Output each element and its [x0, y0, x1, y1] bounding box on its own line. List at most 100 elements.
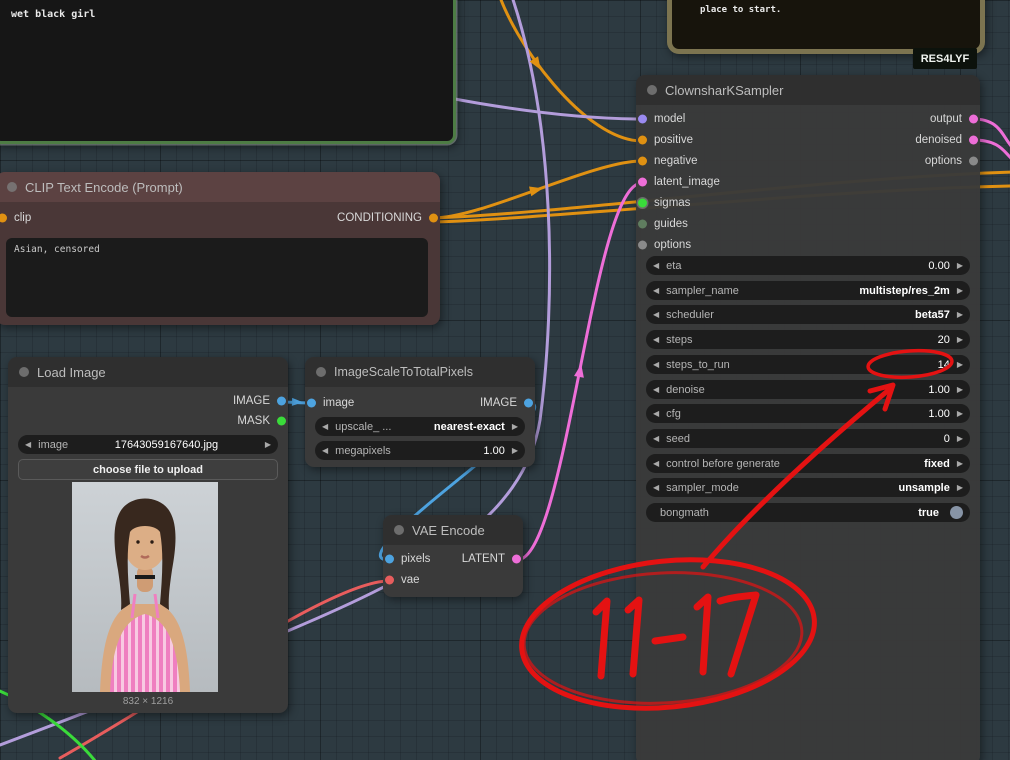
upload-button[interactable]: choose file to upload — [18, 459, 278, 480]
decrement-arrow-icon[interactable]: ◀ — [322, 422, 328, 431]
input-port-options[interactable]: options — [636, 235, 691, 255]
denoise-widget[interactable]: ◀ denoise 1.00 ▶ — [646, 380, 970, 399]
input-port-model[interactable]: model — [636, 109, 685, 129]
input-port-positive[interactable]: positive — [636, 130, 693, 150]
decrement-arrow-icon[interactable]: ◀ — [653, 385, 659, 394]
steps-widget[interactable]: ◀ steps 20 ▶ — [646, 330, 970, 349]
output-port-denoised[interactable]: denoised — [915, 130, 980, 150]
input-port-pixels[interactable]: pixels — [383, 549, 430, 569]
input-port-vae[interactable]: vae — [383, 570, 420, 590]
prompt-text[interactable]: wet black girl — [11, 9, 95, 20]
port-dot-icon[interactable] — [524, 398, 533, 408]
increment-arrow-icon[interactable]: ▶ — [957, 483, 963, 492]
input-port-negative[interactable]: negative — [636, 151, 697, 171]
decrement-arrow-icon[interactable]: ◀ — [653, 434, 659, 443]
port-dot-icon[interactable] — [638, 198, 647, 208]
port-dot-icon[interactable] — [385, 554, 394, 564]
port-dot-icon[interactable] — [277, 396, 286, 406]
increment-arrow-icon[interactable]: ▶ — [957, 261, 963, 270]
port-dot-icon[interactable] — [969, 156, 978, 166]
port-dot-icon[interactable] — [638, 240, 647, 250]
decrement-arrow-icon[interactable]: ◀ — [322, 446, 328, 455]
seed-widget[interactable]: ◀ seed 0 ▶ — [646, 429, 970, 448]
port-dot-icon[interactable] — [385, 575, 394, 585]
increment-arrow-icon[interactable]: ▶ — [957, 335, 963, 344]
node-clownshark-sampler[interactable]: ClownsharKSampler model positive negativ… — [636, 75, 980, 760]
port-dot-icon[interactable] — [969, 135, 978, 145]
port-dot-icon[interactable] — [638, 135, 647, 145]
decrement-arrow-icon[interactable]: ◀ — [653, 409, 659, 418]
port-dot-icon[interactable] — [277, 416, 286, 426]
collapse-dot-icon[interactable] — [7, 182, 17, 192]
prompt-textarea[interactable]: Asian, censored — [6, 238, 428, 317]
output-port-mask[interactable]: MASK — [237, 411, 288, 431]
upscale-method-combo[interactable]: ◀ upscale_ ... nearest-exact ▶ — [315, 417, 525, 436]
node-vae-encode[interactable]: VAE Encode pixels LATENT vae — [383, 515, 523, 597]
node-header[interactable]: ClownsharKSampler — [636, 75, 980, 105]
decrement-arrow-icon[interactable]: ◀ — [653, 459, 659, 468]
collapse-dot-icon[interactable] — [394, 525, 404, 535]
port-dot-icon[interactable] — [512, 554, 521, 564]
node-graph-canvas[interactable]: wet black girl place to start. RES4LYF C… — [0, 0, 1010, 760]
increment-arrow-icon[interactable]: ▶ — [265, 440, 271, 449]
increment-arrow-icon[interactable]: ▶ — [957, 409, 963, 418]
decrement-arrow-icon[interactable]: ◀ — [653, 286, 659, 295]
node-header[interactable]: ImageScaleToTotalPixels — [305, 357, 535, 387]
port-dot-icon[interactable] — [638, 219, 647, 229]
image-file-combo[interactable]: ◀ image 17643059167640.jpg ▶ — [18, 435, 278, 454]
input-port-clip[interactable]: clip — [0, 208, 31, 228]
decrement-arrow-icon[interactable]: ◀ — [653, 310, 659, 319]
control-before-generate-widget[interactable]: ◀ control before generate fixed ▶ — [646, 454, 970, 473]
port-dot-icon[interactable] — [638, 114, 647, 124]
input-port-image[interactable]: image — [305, 393, 354, 413]
decrement-arrow-icon[interactable]: ◀ — [653, 483, 659, 492]
input-port-latent-image[interactable]: latent_image — [636, 172, 720, 192]
increment-arrow-icon[interactable]: ▶ — [957, 434, 963, 443]
port-dot-icon[interactable] — [0, 213, 7, 223]
node-header[interactable]: Load Image — [8, 357, 288, 387]
output-port-output[interactable]: output — [930, 109, 980, 129]
collapse-dot-icon[interactable] — [647, 85, 657, 95]
toggle-knob-icon[interactable] — [950, 506, 963, 519]
node-note-cropped[interactable]: place to start. — [667, 0, 985, 54]
bongmath-toggle[interactable]: bongmath true — [646, 503, 970, 522]
increment-arrow-icon[interactable]: ▶ — [957, 310, 963, 319]
increment-arrow-icon[interactable]: ▶ — [512, 446, 518, 455]
decrement-arrow-icon[interactable]: ◀ — [653, 360, 659, 369]
steps-to-run-widget[interactable]: ◀ steps_to_run 14 ▶ — [646, 355, 970, 374]
port-dot-icon[interactable] — [969, 114, 978, 124]
increment-arrow-icon[interactable]: ▶ — [512, 422, 518, 431]
collapse-dot-icon[interactable] — [19, 367, 29, 377]
input-port-guides[interactable]: guides — [636, 214, 688, 234]
increment-arrow-icon[interactable]: ▶ — [957, 385, 963, 394]
node-image-scale[interactable]: ImageScaleToTotalPixels image IMAGE ◀ up… — [305, 357, 535, 467]
port-dot-icon[interactable] — [638, 156, 647, 166]
node-clip-text-encode[interactable]: CLIP Text Encode (Prompt) clip CONDITION… — [0, 172, 440, 325]
output-port-image[interactable]: IMAGE — [233, 391, 288, 411]
cfg-widget[interactable]: ◀ cfg 1.00 ▶ — [646, 404, 970, 423]
decrement-arrow-icon[interactable]: ◀ — [25, 440, 31, 449]
increment-arrow-icon[interactable]: ▶ — [957, 459, 963, 468]
port-dot-icon[interactable] — [429, 213, 438, 223]
eta-widget[interactable]: ◀ eta 0.00 ▶ — [646, 256, 970, 275]
decrement-arrow-icon[interactable]: ◀ — [653, 335, 659, 344]
output-port-latent[interactable]: LATENT — [462, 549, 523, 569]
increment-arrow-icon[interactable]: ▶ — [957, 286, 963, 295]
node-load-image[interactable]: Load Image IMAGE MASK ◀ image 1764305916… — [8, 357, 288, 713]
input-port-sigmas[interactable]: sigmas — [636, 193, 690, 213]
megapixels-widget[interactable]: ◀ megapixels 1.00 ▶ — [315, 441, 525, 460]
decrement-arrow-icon[interactable]: ◀ — [653, 261, 659, 270]
collapse-dot-icon[interactable] — [316, 367, 326, 377]
scheduler-widget[interactable]: ◀ scheduler beta57 ▶ — [646, 305, 970, 324]
port-dot-icon[interactable] — [638, 177, 647, 187]
sampler-mode-widget[interactable]: ◀ sampler_mode unsample ▶ — [646, 478, 970, 497]
increment-arrow-icon[interactable]: ▶ — [957, 360, 963, 369]
node-header[interactable]: CLIP Text Encode (Prompt) — [0, 172, 440, 202]
output-port-conditioning[interactable]: CONDITIONING — [337, 208, 440, 228]
node-header[interactable]: VAE Encode — [383, 515, 523, 545]
port-dot-icon[interactable] — [307, 398, 316, 408]
sampler-name-widget[interactable]: ◀ sampler_name multistep/res_2m ▶ — [646, 281, 970, 300]
node-prompt-text-cropped[interactable]: wet black girl — [0, 0, 456, 144]
output-port-options[interactable]: options — [925, 151, 980, 171]
output-port-image[interactable]: IMAGE — [480, 393, 535, 413]
